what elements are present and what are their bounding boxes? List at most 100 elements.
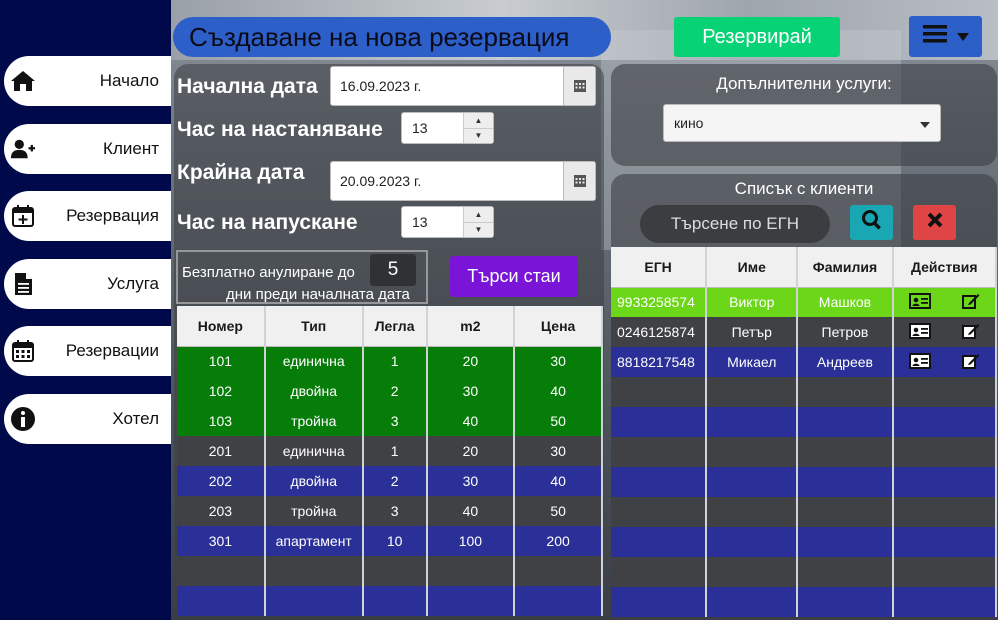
sidebar-item-hotel[interactable]: Хотел (4, 394, 171, 444)
sidebar: Начало Клиент Резервация Услуга Резервац… (0, 0, 171, 620)
sidebar-item-home[interactable]: Начало (4, 56, 171, 106)
edit-icon[interactable] (961, 353, 980, 372)
egn-search-input[interactable]: Търсене по ЕГН (640, 205, 830, 243)
calendar-icon (10, 338, 36, 364)
room-number: 301 (177, 526, 266, 556)
end-date-field[interactable]: 20.09.2023 г. (330, 161, 596, 201)
column-header[interactable]: Действия (892, 247, 998, 288)
room-type: единична (264, 436, 364, 466)
stepper-arrows[interactable]: ▲ ▼ (463, 207, 493, 237)
empty-row (611, 467, 998, 497)
table-row[interactable]: 201 единична 1 20 30 (177, 436, 603, 466)
room-price: 40 (514, 376, 603, 406)
column-header[interactable]: Име (706, 247, 799, 288)
table-row[interactable]: 202 двойна 2 30 40 (177, 466, 603, 496)
calendar-icon[interactable] (563, 67, 595, 105)
chevron-down-icon[interactable]: ▼ (464, 128, 493, 143)
sidebar-item-label: Клиент (103, 139, 159, 158)
stepper-arrows[interactable]: ▲ ▼ (463, 113, 493, 143)
start-date-field[interactable]: 16.09.2023 г. (330, 66, 596, 106)
table-row[interactable]: 102 двойна 2 30 40 (177, 376, 603, 406)
reserve-button[interactable]: Резервирай (674, 17, 840, 57)
client-last-name: Петров (797, 317, 894, 347)
chevron-down-icon[interactable]: ▼ (464, 222, 493, 237)
sidebar-item-label: Начало (99, 71, 159, 90)
client-egn: 0246125874 (611, 317, 708, 347)
checkin-hour-stepper[interactable]: 13 ▲ ▼ (401, 112, 494, 144)
caret-down-icon (920, 115, 930, 131)
empty-row (611, 587, 998, 617)
id-card-icon[interactable] (908, 292, 931, 312)
info-icon (10, 406, 36, 432)
menu-button[interactable] (909, 16, 982, 57)
room-price: 50 (514, 496, 603, 526)
room-area: 30 (426, 466, 516, 496)
room-area: 100 (426, 526, 516, 556)
caret-down-icon (956, 28, 969, 46)
client-first-name: Виктор (706, 287, 799, 317)
empty-row (611, 407, 998, 437)
sidebar-item-reservation[interactable]: Резервация (4, 191, 171, 241)
client-first-name: Петър (706, 317, 799, 347)
reservation-form-panel: Начална дата 16.09.2023 г. Час на настан… (174, 64, 604, 620)
empty-row (611, 437, 998, 467)
client-last-name: Андреев (797, 347, 894, 377)
id-card-icon[interactable] (908, 352, 931, 372)
search-rooms-button[interactable]: Търси стаи (450, 256, 578, 297)
column-header[interactable]: m2 (426, 306, 516, 347)
checkout-hour-stepper[interactable]: 13 ▲ ▼ (401, 206, 494, 238)
services-panel: Допълнителни услуги: кино (611, 64, 997, 166)
table-row[interactable]: 9933258574 Виктор Машков (611, 287, 998, 317)
empty-row (611, 497, 998, 527)
column-header[interactable]: Тип (264, 306, 364, 347)
edit-icon[interactable] (961, 323, 980, 342)
rooms-table: Номер Тип Легла m2 Цена 101 единична 1 2… (177, 306, 603, 616)
room-type: тройна (264, 406, 364, 436)
chevron-up-icon[interactable]: ▲ (464, 113, 493, 129)
column-header[interactable]: ЕГН (611, 247, 708, 288)
edit-icon[interactable] (961, 293, 980, 312)
chevron-up-icon[interactable]: ▲ (464, 207, 493, 223)
room-type: тройна (264, 496, 364, 526)
sidebar-item-client[interactable]: Клиент (4, 124, 171, 174)
client-egn: 9933258574 (611, 287, 708, 317)
room-price: 30 (514, 436, 603, 466)
page-title: Създаване на нова резервация (173, 17, 611, 57)
sidebar-item-reservations[interactable]: Резервации (4, 326, 171, 376)
room-type: апартамент (264, 526, 364, 556)
search-button[interactable] (850, 205, 893, 240)
sidebar-item-service[interactable]: Услуга (4, 259, 171, 309)
id-card-icon[interactable] (908, 322, 931, 342)
checkout-hour-value: 13 (412, 214, 428, 230)
cancellation-text-suffix: дни преди началната дата (226, 286, 410, 303)
table-row[interactable]: 301 апартамент 10 100 200 (177, 526, 603, 556)
table-row[interactable]: 103 тройна 3 40 50 (177, 406, 603, 436)
start-date-value: 16.09.2023 г. (340, 78, 422, 94)
table-row[interactable]: 0246125874 Петър Петров (611, 317, 998, 347)
clear-search-button[interactable] (913, 205, 956, 240)
client-last-name: Машков (797, 287, 894, 317)
client-first-name: Микаел (706, 347, 799, 377)
checkin-hour-label: Час на настаняване (177, 118, 383, 141)
cancellation-days-input[interactable]: 5 (370, 254, 416, 286)
calendar-icon[interactable] (563, 162, 595, 200)
room-beds: 10 (362, 526, 428, 556)
room-price: 50 (514, 406, 603, 436)
column-header[interactable]: Цена (514, 306, 603, 347)
services-selected-value: кино (674, 115, 704, 131)
column-header[interactable]: Номер (177, 306, 266, 347)
table-row[interactable]: 203 тройна 3 40 50 (177, 496, 603, 526)
room-area: 30 (426, 376, 516, 406)
room-beds: 2 (362, 466, 428, 496)
document-icon (10, 271, 36, 297)
services-dropdown[interactable]: кино (663, 104, 941, 142)
column-header[interactable]: Легла (362, 306, 428, 347)
column-header[interactable]: Фамилия (797, 247, 894, 288)
empty-row (611, 377, 998, 407)
clients-title: Списък с клиенти (734, 179, 874, 198)
client-actions (892, 347, 998, 377)
room-number: 103 (177, 406, 266, 436)
table-row[interactable]: 8818217548 Микаел Андреев (611, 347, 998, 377)
table-row[interactable]: 101 единична 1 20 30 (177, 346, 603, 376)
room-type: двойна (264, 376, 364, 406)
